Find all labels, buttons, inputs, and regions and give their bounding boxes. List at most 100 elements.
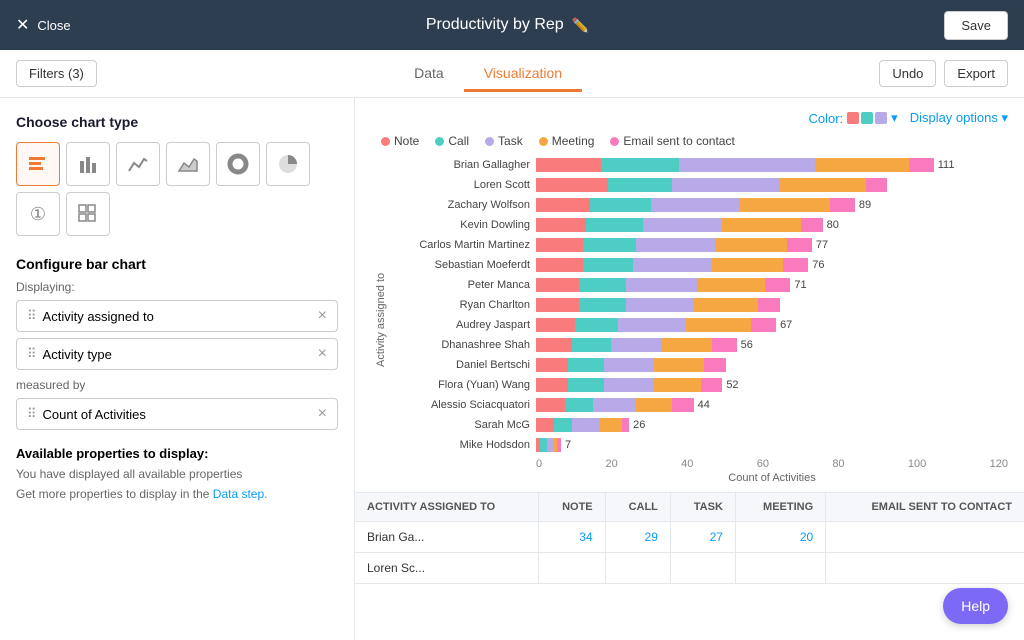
- chart-type-bar-horizontal[interactable]: [16, 142, 60, 186]
- chart-type-pie[interactable]: [266, 142, 310, 186]
- drag-handle-icon3: ⠿: [27, 406, 37, 422]
- tag-label-activity-assigned: Activity assigned to: [43, 309, 318, 324]
- bar-segment-call: [583, 258, 633, 272]
- bar-track: 111: [536, 158, 1008, 172]
- cell-meeting: 20: [735, 522, 825, 553]
- bar-segment-email: [783, 258, 808, 272]
- col-header-name: ACTIVITY ASSIGNED TO: [355, 493, 538, 522]
- bar-segment-meeting: [815, 158, 908, 172]
- remove-tag-count[interactable]: ×: [318, 405, 327, 423]
- main-content: Choose chart type: [0, 98, 1024, 640]
- bar-segment-meeting: [715, 238, 787, 252]
- bar-segment-note: [536, 398, 565, 412]
- bar-segment-call: [586, 218, 643, 232]
- bar-value-label: 52: [726, 379, 738, 391]
- chart-type-number[interactable]: ①: [16, 192, 60, 236]
- chart-inner: Brian Gallagher111Loren ScottZachary Wol…: [391, 156, 1008, 484]
- bar-segment-call: [575, 318, 618, 332]
- export-button[interactable]: Export: [944, 60, 1008, 87]
- tab-data[interactable]: Data: [394, 57, 464, 92]
- col-header-note: NOTE: [538, 493, 605, 522]
- display-options-button[interactable]: Display options ▾: [910, 110, 1008, 126]
- x-tick-40: 40: [681, 458, 693, 470]
- table-body: Brian Ga... 34 29 27 20 Loren Sc...: [355, 522, 1024, 584]
- bar-segment-task: [633, 258, 712, 272]
- bar-segment-email: [866, 178, 888, 192]
- bar-row: Daniel Bertschi: [391, 356, 1008, 374]
- remove-tag-activity-assigned[interactable]: ×: [318, 307, 327, 325]
- bar-row: Dhanashree Shah56: [391, 336, 1008, 354]
- swatch-note: [847, 112, 859, 124]
- bar-segment-email: [909, 158, 934, 172]
- cell-task: 27: [670, 522, 735, 553]
- chart-type-donut[interactable]: [216, 142, 260, 186]
- right-panel: Color: ▾ Display options ▾ No: [355, 98, 1024, 640]
- bar-segment-note: [536, 278, 579, 292]
- bar-segment-note: [536, 198, 590, 212]
- bar-segment-task: [679, 158, 815, 172]
- legend-dot-note: [381, 137, 390, 146]
- bar-row: Peter Manca71: [391, 276, 1008, 294]
- save-button[interactable]: Save: [944, 11, 1008, 40]
- cell-name: Loren Sc...: [355, 553, 538, 584]
- bar-row: Alessio Sciacquatori44: [391, 396, 1008, 414]
- edit-icon[interactable]: ✏️: [572, 17, 589, 34]
- bar-segment-task: [672, 178, 780, 192]
- undo-button[interactable]: Undo: [879, 60, 936, 87]
- swatch-task: [875, 112, 887, 124]
- bar-track: 26: [536, 418, 1008, 432]
- help-button[interactable]: Help: [943, 588, 1008, 624]
- chart-type-area[interactable]: [166, 142, 210, 186]
- remove-tag-activity-type[interactable]: ×: [318, 345, 327, 363]
- bar-label: Kevin Dowling: [391, 219, 536, 231]
- bar-value-label: 89: [859, 199, 871, 211]
- bar-segment-task: [626, 278, 698, 292]
- bar-label: Daniel Bertschi: [391, 359, 536, 371]
- close-button[interactable]: ✕ Close: [16, 15, 71, 35]
- bar-segment-call: [579, 278, 626, 292]
- display-tag-activity-assigned: ⠿ Activity assigned to ×: [16, 300, 338, 332]
- drag-handle-icon2: ⠿: [27, 346, 37, 362]
- bar-label: Dhanashree Shah: [391, 339, 536, 351]
- bar-segment-email: [801, 218, 823, 232]
- bar-segment-task: [593, 398, 636, 412]
- chart-type-bar-vertical[interactable]: [66, 142, 110, 186]
- data-step-link[interactable]: Data step.: [213, 487, 268, 501]
- line-icon: [127, 153, 149, 175]
- legend-task: Task: [485, 134, 523, 148]
- bar-segment-note: [536, 178, 608, 192]
- bar-segment-note: [536, 378, 568, 392]
- bar-value-label: 71: [794, 279, 806, 291]
- bar-segment-call: [568, 378, 604, 392]
- tab-visualization[interactable]: Visualization: [464, 57, 582, 92]
- bar-segment-email: [712, 338, 737, 352]
- col-header-meeting: MEETING: [735, 493, 825, 522]
- display-tag-activity-type: ⠿ Activity type ×: [16, 338, 338, 370]
- bar-row: Sebastian Moeferdt76: [391, 256, 1008, 274]
- legend-call: Call: [435, 134, 469, 148]
- bar-track: 67: [536, 318, 1008, 332]
- bar-segment-meeting: [740, 198, 830, 212]
- bar-segment-call: [565, 398, 594, 412]
- legend-note: Note: [381, 134, 419, 148]
- chart-area: Color: ▾ Display options ▾ No: [355, 98, 1024, 493]
- legend-dot-meeting: [539, 137, 548, 146]
- header-actions: Save: [944, 11, 1008, 40]
- bar-segment-meeting: [654, 378, 701, 392]
- table-header-row: ACTIVITY ASSIGNED TO NOTE CALL TASK MEET…: [355, 493, 1024, 522]
- chart-type-grid[interactable]: [66, 192, 110, 236]
- x-tick-60: 60: [757, 458, 769, 470]
- bar-label: Zachary Wolfson: [391, 199, 536, 211]
- left-panel: Choose chart type: [0, 98, 355, 640]
- table-row: Loren Sc...: [355, 553, 1024, 584]
- pie-icon: [277, 153, 299, 175]
- chart-type-line[interactable]: [116, 142, 160, 186]
- color-button[interactable]: Color: ▾: [808, 110, 897, 126]
- bar-track: 76: [536, 258, 1008, 272]
- x-tick-100: 100: [908, 458, 926, 470]
- filters-button[interactable]: Filters (3): [16, 60, 97, 87]
- bar-value-label: 44: [698, 399, 710, 411]
- bar-segment-email: [622, 418, 629, 432]
- bar-segment-meeting: [661, 338, 711, 352]
- bar-segment-task: [604, 378, 654, 392]
